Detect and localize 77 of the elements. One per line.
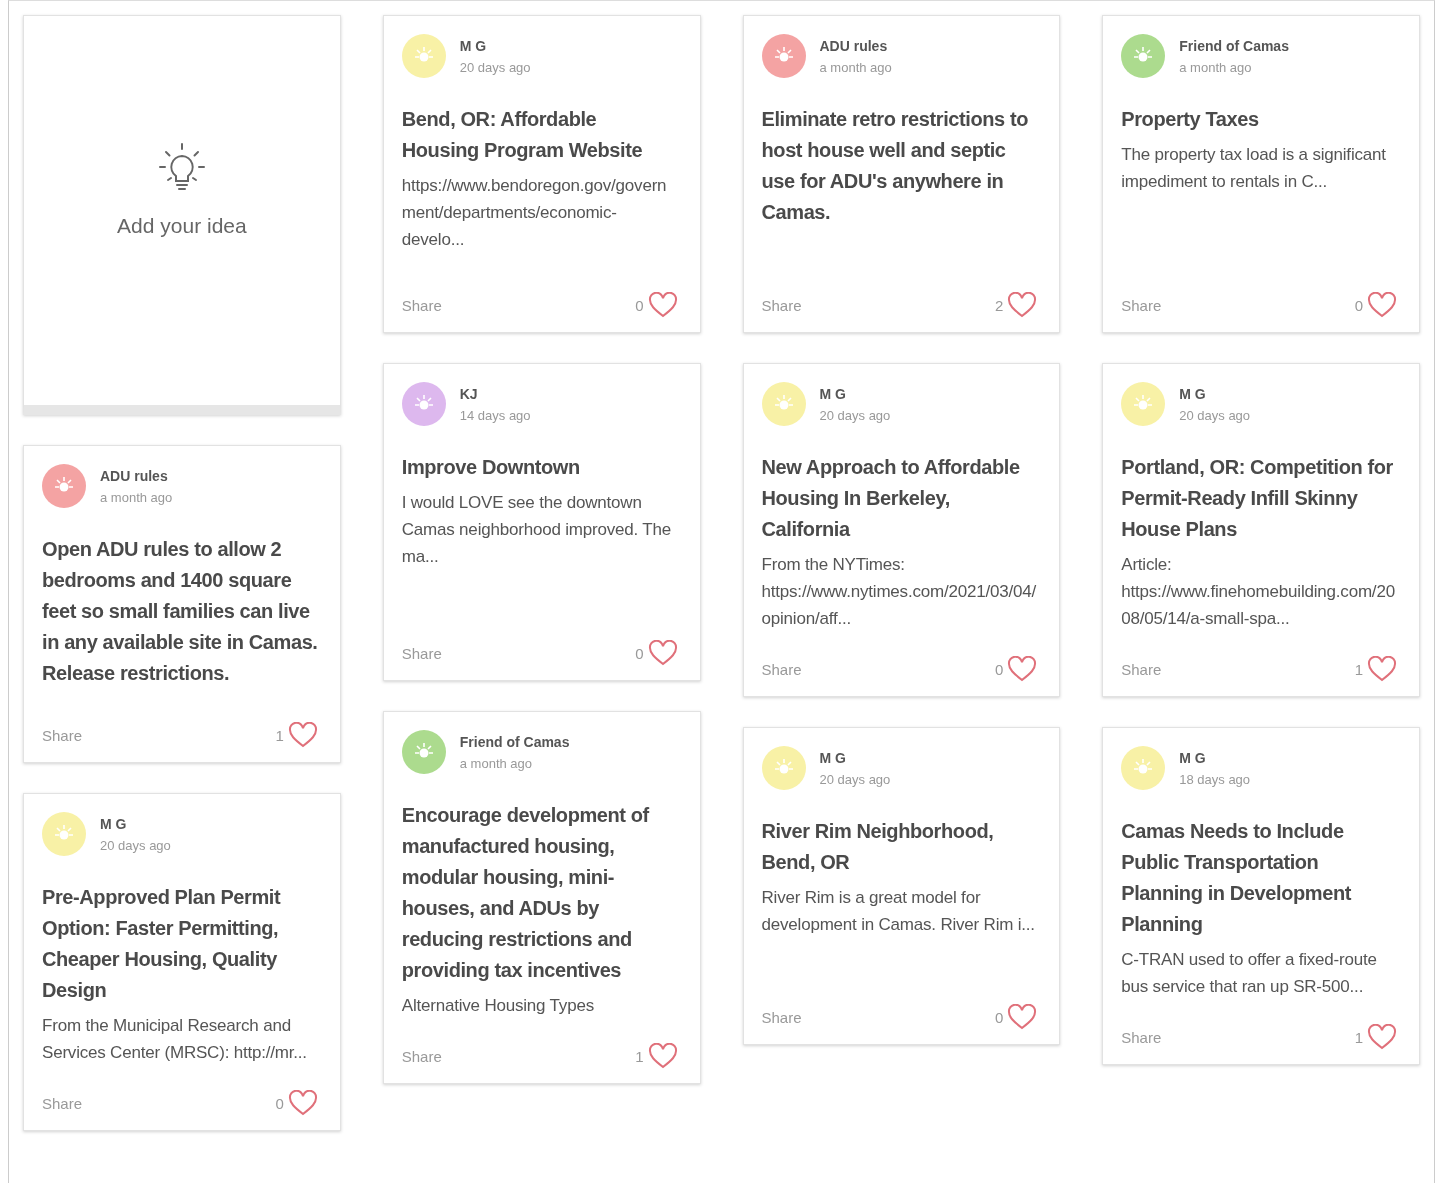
idea-title[interactable]: Improve Downtown [401, 452, 678, 483]
heart-icon[interactable] [1007, 292, 1038, 318]
idea-excerpt: Alternative Housing Types [401, 995, 595, 1017]
share-link[interactable]: Share [42, 1094, 83, 1112]
heart-icon[interactable] [1367, 656, 1397, 682]
like-count: 1 [1354, 660, 1363, 678]
idea-excerpt: C-TRAN used to offer a fixed-route bus service that ran up SR-500... [1121, 949, 1378, 998]
heart-icon[interactable] [647, 292, 678, 318]
heart-icon[interactable] [1367, 1024, 1397, 1050]
idea-title[interactable]: River Rim Neighborhood, Bend, OR [761, 816, 1038, 878]
author-name: Friend of Camas [1179, 37, 1289, 54]
idea-excerpt: From the NYTimes: https://www.nytimes.com/2021/03/04/opinion/aff... [761, 554, 1038, 630]
heart-icon[interactable] [1007, 656, 1038, 682]
idea-title[interactable]: Bend, OR: Affordable Housing Program Website [401, 104, 678, 166]
author-name: M G [459, 37, 488, 54]
idea-title[interactable]: New Approach to Affordable Housing In Berkeley, California [761, 452, 1038, 545]
like-count: 0 [275, 1094, 284, 1112]
post-time: 14 days ago [459, 407, 531, 423]
like-count: 0 [635, 644, 644, 662]
heart-icon[interactable] [1007, 1004, 1038, 1030]
heart-icon[interactable] [647, 1043, 678, 1069]
author-name: KJ [459, 385, 479, 402]
idea-excerpt: River Rim is a great model for development in Camas. River Rim i... [761, 887, 1036, 936]
post-time: a month ago [100, 489, 173, 505]
share-link[interactable]: Share [1121, 660, 1162, 678]
idea-title[interactable]: Eliminate retro restrictions to host house well and septic use for ADU's anywhere in Camas. [761, 104, 1038, 228]
share-link[interactable]: Share [761, 1008, 802, 1026]
author-name: M G [819, 385, 847, 402]
author-name: ADU rules [819, 37, 889, 54]
author-name: Friend of Camas [459, 733, 570, 750]
like-count: 2 [994, 296, 1004, 314]
idea-title[interactable]: Portland, OR: Competition for Permit-Ready Infill Skinny House Plans [1121, 452, 1397, 545]
share-link[interactable]: Share [1121, 296, 1162, 314]
add-idea-label: Add your idea [117, 214, 247, 238]
post-time: 20 days ago [819, 771, 891, 787]
idea-title[interactable]: Pre-Approved Plan Permit Option: Faster Permitting, Cheaper Housing, Quality Design [42, 882, 318, 1006]
post-time: 20 days ago [1179, 407, 1251, 423]
idea-excerpt: From the Municipal Research and Services Center (MRSC): http://mr... [42, 1015, 308, 1064]
share-link[interactable]: Share [761, 296, 802, 314]
post-time: a month ago [819, 59, 892, 75]
idea-excerpt: I would LOVE see the downtown Camas neighborhood improved. The ma... [401, 492, 672, 568]
post-time: 18 days ago [1179, 771, 1251, 787]
author-name: ADU rules [100, 467, 169, 484]
author-name: M G [819, 749, 847, 766]
like-count: 0 [1354, 296, 1363, 314]
idea-excerpt: https://www.bendoregon.gov/government/departments/economic-develo... [401, 175, 668, 251]
like-count: 0 [994, 660, 1004, 678]
author-name: M G [1179, 749, 1207, 766]
post-time: a month ago [1179, 59, 1253, 75]
share-link[interactable]: Share [42, 726, 83, 744]
post-time: 20 days ago [459, 59, 531, 75]
heart-icon[interactable] [287, 722, 318, 748]
author-name: M G [100, 815, 128, 832]
share-link[interactable]: Share [1121, 1028, 1162, 1046]
heart-icon[interactable] [1367, 292, 1397, 318]
like-count: 1 [1354, 1028, 1363, 1046]
share-link[interactable]: Share [761, 660, 802, 678]
idea-title[interactable]: Property Taxes [1121, 104, 1397, 135]
share-link[interactable]: Share [401, 644, 442, 662]
post-time: 20 days ago [100, 837, 171, 853]
idea-title[interactable]: Encourage development of manufactured housing, modular housing, mini-houses, and ADUs by reducing restrictions and providing tax incentives [401, 800, 678, 986]
idea-excerpt: Article: https://www.finehomebuilding.com/2008/05/14/a-small-spa... [1121, 554, 1396, 630]
like-count: 0 [635, 296, 644, 314]
add-idea-card[interactable]: Add your idea [23, 15, 341, 415]
author-name: M G [1179, 385, 1207, 402]
heart-icon[interactable] [287, 1090, 318, 1116]
idea-title[interactable]: Camas Needs to Include Public Transportation Planning in Development Planning [1121, 816, 1397, 940]
like-count: 1 [635, 1047, 644, 1065]
idea-title[interactable]: Open ADU rules to allow 2 bedrooms and 1400 square feet so small families can live in any available site in Camas. Release restrictions. [42, 534, 318, 689]
share-link[interactable]: Share [401, 1047, 442, 1065]
post-time: 20 days ago [819, 407, 891, 423]
post-time: a month ago [459, 755, 534, 771]
heart-icon[interactable] [647, 640, 678, 666]
idea-excerpt: The property tax load is a significant impediment to rentals in C... [1121, 144, 1387, 193]
like-count: 0 [994, 1008, 1004, 1026]
like-count: 1 [275, 726, 284, 744]
share-link[interactable]: Share [401, 296, 442, 314]
